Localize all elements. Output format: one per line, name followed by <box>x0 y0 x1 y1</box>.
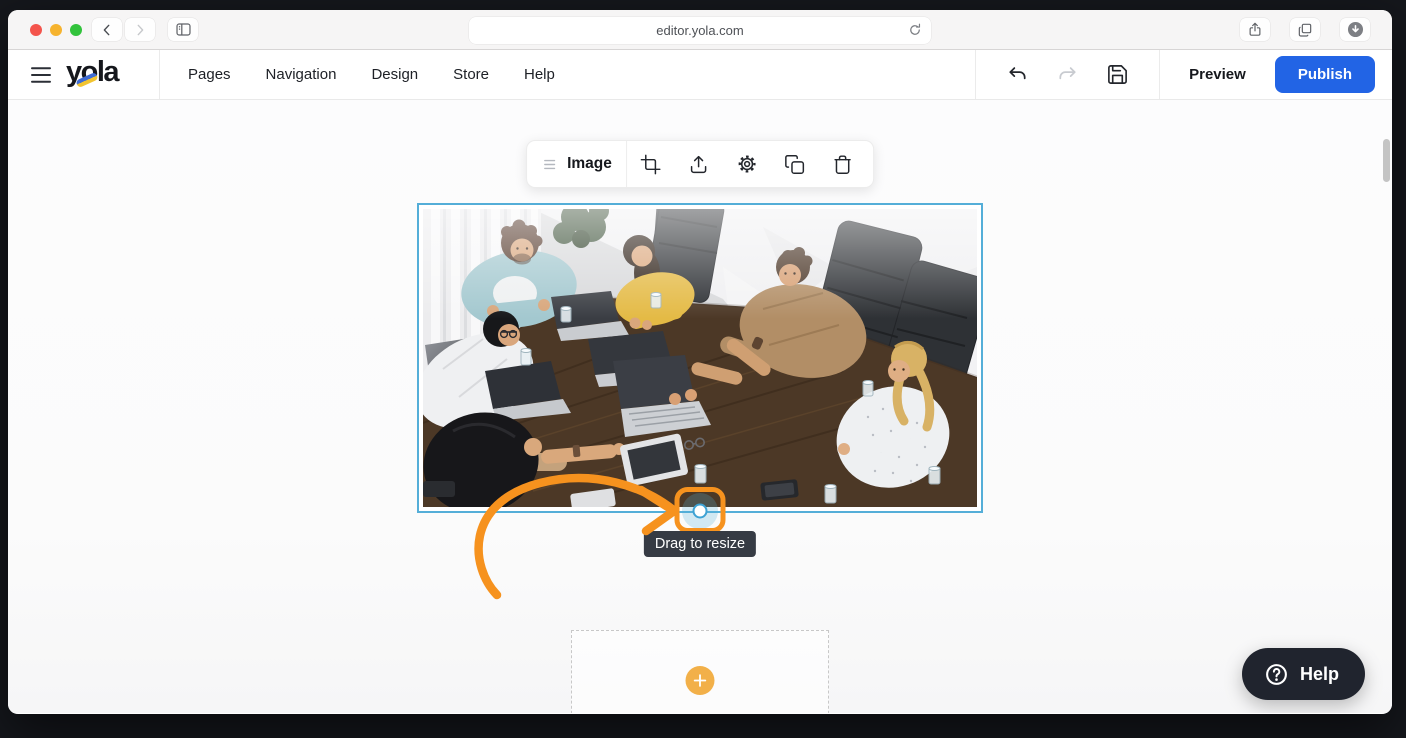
editor-header: yola Pages Navigation Design Store Help … <box>8 50 1392 100</box>
upload-icon <box>688 154 709 175</box>
crop-button[interactable] <box>627 141 675 187</box>
desktop-background: editor.yola.com yola <box>0 0 1406 738</box>
duplicate-icon <box>784 154 805 175</box>
editor-nav: Pages Navigation Design Store Help <box>160 50 555 99</box>
redo-button[interactable] <box>1056 63 1079 86</box>
settings-button[interactable] <box>723 141 771 187</box>
add-widget-placeholder[interactable] <box>571 630 829 713</box>
nav-item-navigation[interactable]: Navigation <box>266 66 337 83</box>
nav-item-help[interactable]: Help <box>524 66 555 83</box>
nav-item-design[interactable]: Design <box>371 66 418 83</box>
settings-gear-icon <box>736 153 758 175</box>
help-button[interactable]: Help <box>1242 648 1365 700</box>
forward-chevron-icon <box>133 23 147 37</box>
undo-button[interactable] <box>1006 63 1029 86</box>
trash-icon <box>832 154 853 175</box>
upload-image-button[interactable] <box>675 141 723 187</box>
downloads-button[interactable] <box>1340 18 1370 41</box>
plus-icon <box>692 672 709 689</box>
forward-button[interactable] <box>125 18 155 41</box>
yola-logo[interactable]: yola <box>66 58 118 91</box>
address-bar[interactable]: editor.yola.com <box>469 17 931 44</box>
back-button[interactable] <box>92 18 122 41</box>
help-label: Help <box>1300 664 1339 685</box>
yola-logo-flag: o <box>81 58 97 87</box>
tab-overview-button[interactable] <box>1290 18 1320 41</box>
reload-button[interactable] <box>907 22 923 38</box>
tab-overview-icon <box>1297 22 1313 38</box>
nav-item-store[interactable]: Store <box>453 66 489 83</box>
logo-block: yola <box>8 50 160 99</box>
crop-icon <box>640 154 661 175</box>
preview-button[interactable]: Preview <box>1160 66 1275 83</box>
annotation-highlight-box <box>675 487 726 533</box>
traffic-lights <box>30 24 82 36</box>
save-button[interactable] <box>1106 63 1129 86</box>
share-icon <box>1247 21 1263 38</box>
close-window-button[interactable] <box>30 24 42 36</box>
widget-type-label: Image <box>567 155 612 173</box>
url-text: editor.yola.com <box>656 23 743 38</box>
nav-item-pages[interactable]: Pages <box>188 66 231 83</box>
minimize-window-button[interactable] <box>50 24 62 36</box>
browser-chrome: editor.yola.com <box>8 10 1392 50</box>
drag-handle-icon[interactable] <box>543 158 557 171</box>
duplicate-button[interactable] <box>771 141 819 187</box>
sidebar-toggle-icon <box>175 22 192 37</box>
reload-icon <box>907 22 923 38</box>
image-toolbar: Image <box>526 140 874 188</box>
selected-image-widget[interactable]: Drag to resize <box>417 203 983 513</box>
header-actions: Preview Publish <box>975 50 1392 99</box>
editor-canvas: Image <box>8 100 1392 713</box>
publish-button[interactable]: Publish <box>1275 56 1375 93</box>
question-mark-icon <box>1264 662 1289 687</box>
resize-tooltip: Drag to resize <box>644 531 756 557</box>
menu-hamburger-icon[interactable] <box>30 66 52 84</box>
chrome-right-buttons <box>1240 18 1370 41</box>
downloads-icon <box>1346 20 1365 39</box>
share-button[interactable] <box>1240 18 1270 41</box>
add-widget-button[interactable] <box>686 666 715 695</box>
fullscreen-window-button[interactable] <box>70 24 82 36</box>
sidebar-toggle-button[interactable] <box>168 18 198 41</box>
meeting-photo <box>423 209 977 507</box>
delete-button[interactable] <box>819 141 867 187</box>
browser-window: editor.yola.com yola <box>8 10 1392 714</box>
scrollbar-thumb[interactable] <box>1383 139 1390 182</box>
back-chevron-icon <box>100 23 114 37</box>
